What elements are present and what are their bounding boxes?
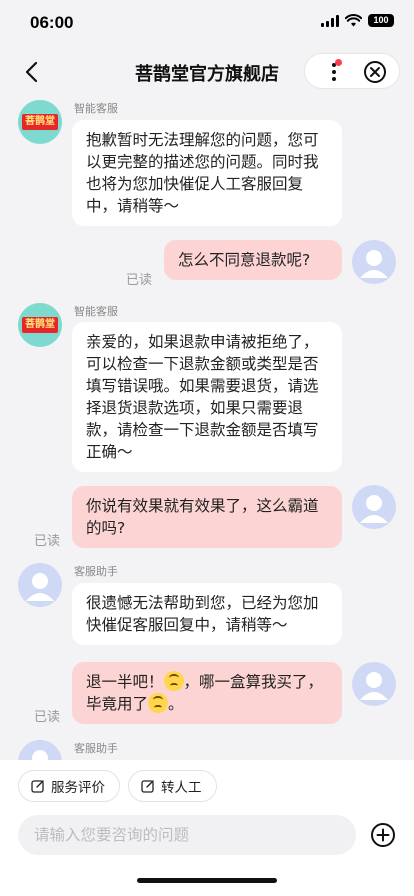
status-icons: 100 [321, 14, 394, 27]
message-bubble: 亲爱的，如果退款申请被拒绝了，可以检查一下退款金额或类型是否填写错误哦。如果需要… [72, 322, 342, 472]
bottom-bar: 服务评价 转人工 [0, 760, 414, 896]
read-status: 已读 [126, 273, 153, 288]
read-status: 已读 [34, 534, 61, 549]
read-status: 已读 [34, 710, 61, 725]
user-avatar-icon [32, 750, 48, 760]
transfer-human-label: 转人工 [161, 780, 202, 796]
battery-icon: 100 [368, 14, 394, 27]
message-text: 。 [168, 695, 184, 713]
notification-dot [335, 59, 342, 66]
close-icon[interactable] [363, 60, 387, 84]
shop-logo: 菩鹊堂 [22, 114, 58, 130]
message-bubble: 抱歉暂时无法理解您的问题，您可以更完整的描述您的问题。同时我也将为您加快催促人工… [72, 120, 342, 226]
chat-list[interactable]: 菩鹊堂 智能客服 抱歉暂时无法理解您的问题，您可以更完整的描述您的问题。同时我也… [0, 100, 414, 760]
user-avatar-icon [360, 495, 388, 523]
message-bubble: 退一半吧！ ，哪一盒算我买了，毕竟用了。 [72, 662, 342, 724]
nav-bar: 菩鹊堂官方旗舰店 [0, 44, 414, 100]
edit-icon [31, 780, 44, 793]
plus-icon[interactable] [370, 822, 396, 848]
message-input[interactable] [18, 815, 356, 855]
home-indicator [137, 878, 277, 883]
sender-name: 客服助手 [74, 565, 118, 578]
message-bubble: 你说有效果就有效果了，这么霸道的吗? [72, 486, 342, 548]
sender-name: 智能客服 [74, 305, 118, 318]
mini-program-capsule [304, 53, 400, 89]
user-avatar[interactable] [352, 662, 396, 706]
sweat-smile-emoji-icon [163, 671, 184, 691]
signal-icon [321, 14, 339, 27]
message-bubble: 怎么不同意退款呢? [164, 240, 342, 280]
wifi-icon [345, 14, 362, 27]
user-avatar[interactable] [352, 240, 396, 284]
shop-avatar[interactable]: 菩鹊堂 [18, 100, 62, 144]
transfer-human-button[interactable]: 转人工 [128, 770, 217, 802]
message-text: 退一半吧！ [86, 673, 164, 691]
shop-logo: 菩鹊堂 [22, 317, 58, 333]
sender-name: 客服助手 [74, 742, 118, 755]
status-time: 06:00 [30, 13, 74, 32]
edit-icon [141, 780, 154, 793]
message-bubble: 很遗憾无法帮助到您，已经为您加快催促客服回复中，请稍等～ [72, 583, 342, 645]
status-bar: 06:00 100 [0, 0, 414, 44]
sender-name: 智能客服 [74, 102, 118, 115]
user-avatar-icon [360, 672, 388, 700]
back-arrow-icon[interactable] [18, 58, 46, 86]
user-avatar-icon [360, 250, 388, 278]
assistant-avatar[interactable] [18, 563, 62, 607]
user-avatar-icon [26, 573, 54, 601]
service-rating-button[interactable]: 服务评价 [18, 770, 120, 802]
user-avatar[interactable] [352, 485, 396, 529]
shop-avatar[interactable]: 菩鹊堂 [18, 303, 62, 347]
service-rating-label: 服务评价 [51, 780, 105, 796]
sweat-emoji-icon [148, 693, 169, 713]
assistant-avatar[interactable] [18, 740, 62, 760]
